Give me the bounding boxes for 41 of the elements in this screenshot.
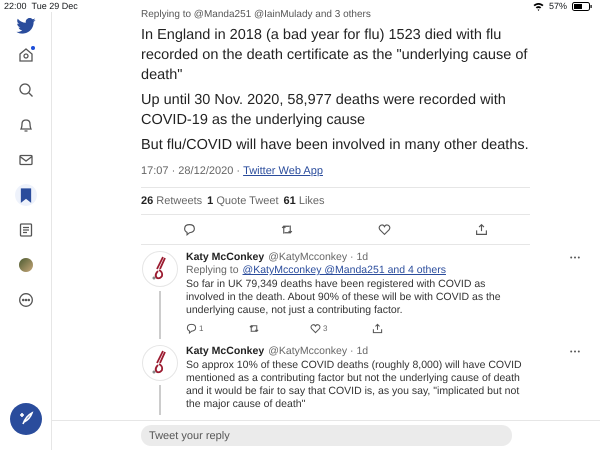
tweet-stat[interactable]: 1 Quote Tweet — [207, 195, 279, 207]
share-icon[interactable] — [475, 223, 488, 236]
battery-percentage: 57% — [548, 1, 567, 11]
like-count: 3 — [323, 323, 328, 335]
compose-tweet-button[interactable] — [10, 403, 42, 435]
battery-icon — [572, 2, 592, 10]
status-date: Tue 29 Dec — [32, 1, 78, 11]
tweet-text: Up until 30 Nov. 2020, 58,977 deaths were recorded with COVID-19 as the underlying cause — [141, 91, 507, 130]
feather-plus-icon — [18, 411, 34, 427]
reply-icon[interactable] — [183, 223, 196, 236]
wifi-icon — [532, 2, 544, 10]
tweet-text: But flu/COVID will have been involved in many other deaths. — [141, 136, 530, 155]
author-name[interactable]: Katy McConkey — [186, 251, 264, 264]
tweet-timestamp: 17:07 · 28/12/2020 · — [141, 165, 240, 177]
more-options-icon[interactable] — [570, 256, 580, 259]
share-icon[interactable] — [372, 323, 383, 334]
bird-logo-icon[interactable] — [16, 18, 36, 34]
author-handle: @KatyMcconkey · 1d — [268, 251, 368, 264]
author-handle: @KatyMcconkey · 1d — [268, 345, 368, 358]
heart-icon[interactable] — [310, 323, 321, 334]
replying-to-text: Replying to @Manda251 @IainMulady and 3 others — [141, 9, 372, 20]
tweet-stat[interactable]: 61 Likes — [284, 195, 325, 207]
status-time: 22:00 — [4, 1, 27, 11]
mentions-link[interactable]: @KatyMcconkey @Manda251 and 4 others — [242, 264, 446, 277]
more-options-icon[interactable] — [570, 350, 580, 353]
source-link[interactable]: Twitter Web App — [243, 165, 323, 177]
stethoscope-avatar[interactable] — [142, 251, 178, 287]
reply-text: So approx 10% of these COVID deaths (roughly 8,000) will have COVID mentioned as a contributing factor but not the underlying cause of death and it would be fair to say that COVID is, as you say, "implicated but not the major cause of death" — [186, 359, 523, 411]
retweet-icon[interactable] — [248, 323, 260, 334]
stethoscope-avatar[interactable] — [142, 345, 178, 381]
author-name[interactable]: Katy McConkey — [186, 345, 264, 358]
reply-icon[interactable] — [186, 323, 197, 334]
reply-text: So far in UK 79,349 deaths have been registered with COVID as involved in the death. About 90% of these will be with COVID as the underlying cause, not just a contributing factor. — [186, 278, 502, 317]
heart-icon[interactable] — [378, 223, 391, 236]
bookmark-icon[interactable] — [14, 184, 36, 206]
tweet-text: In England in 2018 (a bad year for flu) 1523 died with flu recorded on the death certificate as the "underlying cause of death" — [141, 26, 528, 85]
reply-input-field[interactable]: Tweet your reply — [141, 425, 512, 446]
replying-to-label: Replying to — [186, 264, 239, 277]
tweet-stat[interactable]: 26 Retweets — [141, 195, 202, 207]
reply-count: 1 — [199, 323, 204, 335]
retweet-icon[interactable] — [280, 223, 294, 236]
